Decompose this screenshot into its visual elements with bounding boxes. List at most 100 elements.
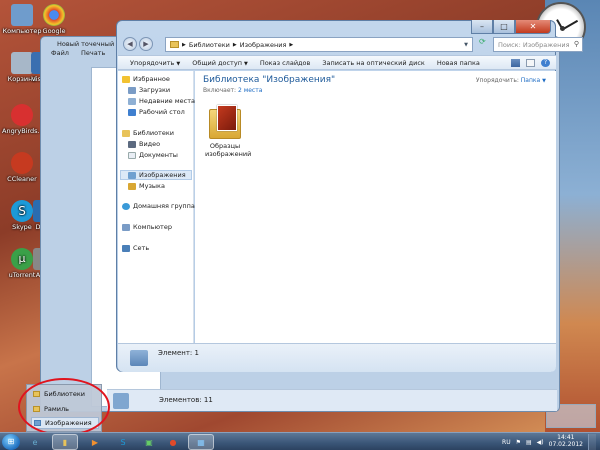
recent-places-icon bbox=[128, 97, 136, 105]
folder-icon: ▮ bbox=[62, 437, 68, 447]
flag-icon[interactable]: ⚑ bbox=[516, 439, 521, 446]
nav-pictures[interactable]: Изображения bbox=[128, 171, 186, 179]
details-pane: Элемент: 1 bbox=[118, 343, 556, 372]
background-window-status: Элементов: 11 bbox=[107, 389, 557, 411]
taskbar: ⊞ e ▮ ▶ S ▣ ● ▦ RU ⚑ ▤ ◀) 14:41 07.02.20… bbox=[0, 432, 600, 450]
taskbar-app[interactable]: ▣ bbox=[136, 434, 162, 450]
downloads-icon bbox=[128, 86, 136, 94]
music-icon bbox=[128, 182, 136, 190]
arrange-by: Упорядочить: Папка ▼ bbox=[475, 77, 546, 84]
library-locations-link[interactable]: 2 места bbox=[238, 87, 262, 94]
details-icon bbox=[130, 350, 148, 366]
desktop-icon-angrybirds[interactable]: AngryBirds... bbox=[2, 104, 44, 135]
nav-music[interactable]: Музыка bbox=[128, 182, 165, 190]
language-indicator[interactable]: RU bbox=[502, 439, 511, 446]
new-folder-button[interactable]: Новая папка bbox=[431, 59, 486, 67]
command-bar: Упорядочить ▼ Общий доступ ▼ Показ слайдов… bbox=[118, 55, 556, 70]
nav-libraries[interactable]: Библиотеки bbox=[122, 129, 174, 137]
nav-videos[interactable]: Видео bbox=[128, 140, 160, 148]
view-options-icon[interactable] bbox=[511, 59, 520, 67]
nav-documents[interactable]: Документы bbox=[128, 151, 178, 159]
nav-network[interactable]: Сеть bbox=[122, 244, 149, 252]
breadcrumb-pictures[interactable]: Изображения bbox=[240, 41, 287, 49]
forward-button[interactable]: ▶ bbox=[139, 37, 153, 51]
library-includes: Включает: 2 места bbox=[203, 87, 263, 94]
minimize-button[interactable]: – bbox=[471, 20, 493, 34]
library-title: Библиотека "Изображения" bbox=[203, 75, 336, 85]
preview-pane-icon[interactable] bbox=[526, 59, 535, 67]
desktop-icon-google[interactable]: Google bbox=[34, 4, 74, 35]
address-dropdown-icon[interactable]: ▼ bbox=[464, 42, 468, 48]
network-tray-icon[interactable]: ▤ bbox=[526, 439, 532, 446]
search-placeholder: Поиск: Изображения bbox=[498, 41, 570, 49]
desktop-icon-ccleaner[interactable]: CCleaner bbox=[2, 152, 42, 183]
skype-icon: S bbox=[120, 437, 126, 447]
address-bar[interactable]: ▶ Библиотеки ▶ Изображения ▶ ▼ bbox=[165, 37, 473, 52]
nav-favorites[interactable]: Избранное bbox=[122, 75, 170, 83]
view-controls: ? bbox=[511, 59, 550, 67]
taskbar-skype[interactable]: S bbox=[110, 434, 136, 450]
network-icon bbox=[122, 244, 130, 252]
nav-desktop[interactable]: Рабочий стол bbox=[128, 108, 185, 116]
show-desktop-button[interactable] bbox=[588, 434, 596, 450]
paint-icon: ▦ bbox=[197, 437, 205, 447]
search-input[interactable]: Поиск: Изображения ⚲ bbox=[493, 37, 583, 52]
menu-file[interactable]: Файл bbox=[51, 49, 69, 57]
start-button[interactable]: ⊞ bbox=[2, 434, 20, 450]
ccleaner-icon bbox=[11, 152, 33, 174]
back-button[interactable]: ◀ bbox=[123, 37, 137, 51]
nav-downloads[interactable]: Загрузки bbox=[128, 86, 170, 94]
folder-icon bbox=[170, 41, 179, 48]
arrange-by-dropdown[interactable]: Папка bbox=[521, 77, 540, 84]
volume-icon[interactable]: ◀) bbox=[537, 439, 544, 446]
help-icon[interactable]: ? bbox=[541, 59, 550, 67]
taskbar-media-player[interactable]: ▶ bbox=[82, 434, 108, 450]
nav-recent-places[interactable]: Недавние места bbox=[128, 97, 195, 105]
explorer-window[interactable]: – □ ✕ ◀ ▶ ▶ Библиотеки ▶ Изображения ▶ ▼… bbox=[116, 20, 583, 372]
slideshow-button[interactable]: Показ слайдов bbox=[254, 59, 317, 67]
breadcrumb-separator: ▶ bbox=[182, 41, 186, 48]
status-icon bbox=[113, 393, 129, 409]
background-window-menu: Файл Печать bbox=[51, 49, 105, 57]
libraries-icon bbox=[122, 129, 130, 137]
nav-computer[interactable]: Компьютер bbox=[122, 223, 172, 231]
content-pane: Библиотека "Изображения" Включает: 2 мес… bbox=[195, 71, 556, 343]
item-count: Элемент: 1 bbox=[158, 349, 199, 357]
close-button[interactable]: ✕ bbox=[515, 20, 551, 34]
clock-center bbox=[560, 26, 565, 31]
media-player-icon: ▶ bbox=[91, 437, 99, 447]
taskbar-paint[interactable]: ▦ bbox=[188, 434, 214, 450]
utorrent-icon: µ bbox=[11, 248, 33, 270]
taskbar-explorer[interactable]: ▮ bbox=[52, 434, 78, 450]
desktop-icon-label: Google bbox=[42, 27, 66, 35]
burn-button[interactable]: Записать на оптический диск bbox=[316, 59, 430, 67]
share-button[interactable]: Общий доступ ▼ bbox=[186, 59, 254, 67]
breadcrumb-separator: ▶ bbox=[289, 41, 294, 48]
desktop-icon-label: AngryBirds... bbox=[2, 127, 44, 135]
folder-label: Образцы изображений bbox=[205, 142, 252, 158]
search-icon: ⚲ bbox=[573, 40, 579, 48]
pictures-folder-icon bbox=[209, 105, 241, 139]
navigation-pane: Избранное Загрузки Недавние места Рабочи… bbox=[118, 71, 195, 343]
desktop-icon bbox=[128, 108, 136, 116]
system-tray: RU ⚑ ▤ ◀) 14:41 07.02.2012 bbox=[502, 434, 596, 450]
taskbar-ie[interactable]: e bbox=[22, 434, 48, 450]
chrome-icon bbox=[43, 4, 65, 26]
breadcrumb-separator: ▶ bbox=[232, 41, 237, 48]
organize-button[interactable]: Упорядочить ▼ bbox=[124, 59, 186, 67]
maximize-button[interactable]: □ bbox=[493, 20, 515, 34]
app-icon: ▣ bbox=[145, 437, 153, 447]
menu-print[interactable]: Печать bbox=[81, 49, 105, 57]
breadcrumb-libraries[interactable]: Библиотеки bbox=[189, 41, 230, 49]
taskbar-chrome[interactable]: ● bbox=[160, 434, 186, 450]
computer-icon bbox=[122, 223, 130, 231]
star-icon bbox=[122, 75, 130, 83]
background-status-text: Элементов: 11 bbox=[159, 396, 213, 404]
documents-icon bbox=[128, 151, 136, 159]
skype-icon: S bbox=[11, 200, 33, 222]
taskbar-clock[interactable]: 14:41 07.02.2012 bbox=[549, 434, 583, 449]
folder-sample-pictures[interactable]: Образцы изображений bbox=[205, 105, 252, 159]
angrybirds-icon bbox=[11, 104, 33, 126]
refresh-icon[interactable]: ⟳ bbox=[479, 37, 491, 52]
nav-homegroup[interactable]: Домашняя группа bbox=[122, 202, 195, 210]
